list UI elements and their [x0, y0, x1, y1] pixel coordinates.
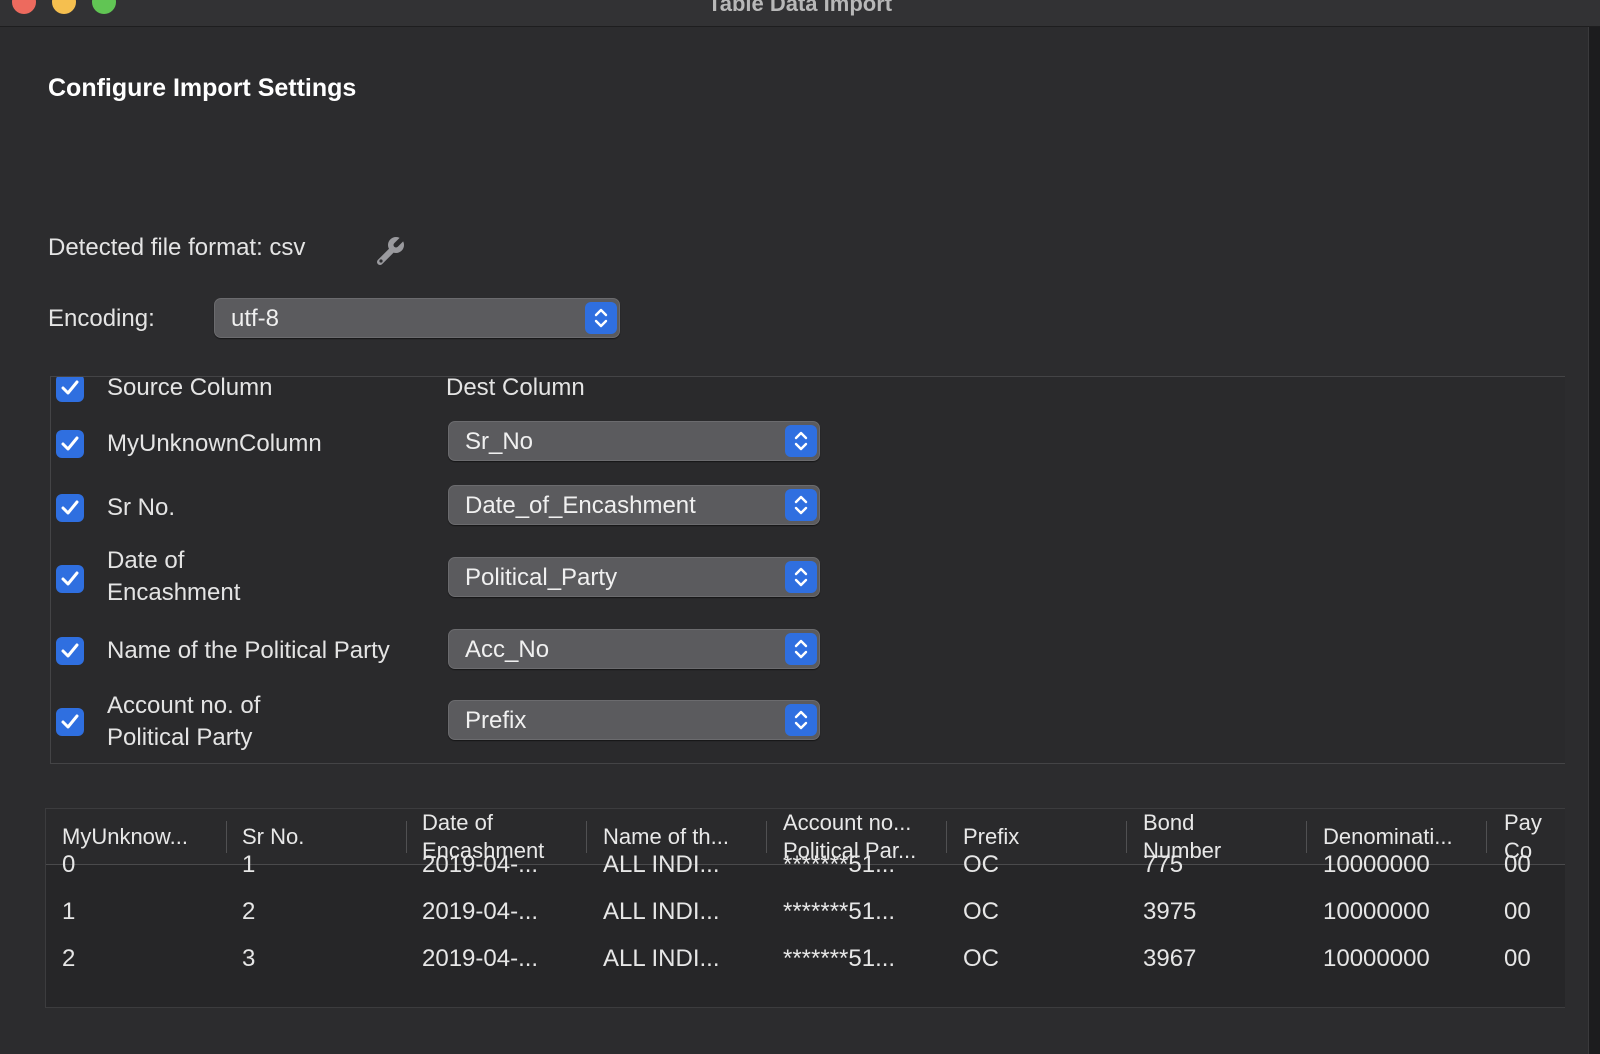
data-preview-table: MyUnknow... Sr No. Date of Encashment Nam… [45, 808, 1565, 1008]
table-cell: *******51... [783, 851, 896, 878]
table-cell: *******51... [783, 898, 896, 925]
row-checkbox[interactable] [56, 708, 84, 736]
table-cell: ALL INDI... [603, 945, 720, 972]
dest-column-value: Sr_No [465, 428, 534, 455]
encoding-value: utf-8 [231, 305, 280, 332]
table-cell: ALL INDI... [603, 851, 720, 878]
row-checkbox[interactable] [56, 637, 84, 665]
table-cell: 00 [1504, 851, 1531, 878]
table-cell: 00 [1504, 898, 1531, 925]
source-column-name-line2: Political Party [107, 724, 253, 751]
row-checkbox[interactable] [56, 430, 84, 458]
chevron-up-down-icon [785, 704, 817, 736]
chevron-up-down-icon [585, 302, 617, 334]
dest-column-header: Dest Column [446, 376, 585, 401]
row-checkbox[interactable] [56, 565, 84, 593]
table-cell: 00 [1504, 945, 1531, 972]
encoding-label: Encoding: [48, 305, 155, 332]
column-mapping-panel: Source Column Dest Column MyUnknownColum… [50, 376, 1565, 764]
table-cell: OC [963, 945, 999, 972]
chevron-up-down-icon [785, 561, 817, 593]
table-cell: 2019-04-... [422, 851, 539, 878]
chevron-up-down-icon [785, 425, 817, 457]
table-cell: 2 [62, 945, 76, 972]
table-cell: 10000000 [1323, 945, 1430, 972]
wrench-icon[interactable] [372, 234, 407, 268]
source-column-name: Date of [107, 547, 185, 574]
dest-column-select[interactable]: Sr_No [448, 421, 820, 461]
title-bar: Table Data Import [0, 0, 1600, 27]
encoding-select[interactable]: utf-8 [214, 298, 620, 338]
table-cell: 2019-04-... [422, 945, 539, 972]
table-cell: 10000000 [1323, 851, 1430, 878]
source-column-name: Account no. of [107, 692, 261, 719]
dest-column-value: Acc_No [465, 636, 550, 663]
table-cell: 2019-04-... [422, 898, 539, 925]
table-cell: 10000000 [1323, 898, 1430, 925]
window-title: Table Data Import [707, 0, 893, 16]
table-cell: *******51... [783, 945, 896, 972]
table-cell: 0 [62, 851, 76, 878]
table-row[interactable]: 0 1 2019-04-... ALL INDI... *******51...… [46, 845, 1565, 893]
table-row[interactable]: 2 3 2019-04-... ALL INDI... *******51...… [46, 939, 1565, 987]
dest-column-select[interactable]: Acc_No [448, 629, 820, 669]
chevron-up-down-icon [785, 633, 817, 665]
dest-column-value: Date_of_Encashment [465, 492, 696, 519]
window-edge [1588, 27, 1600, 1054]
table-cell: 3967 [1143, 945, 1197, 972]
table-cell: 3 [242, 945, 256, 972]
table-cell: ALL INDI... [603, 898, 720, 925]
dest-column-select[interactable]: Political_Party [448, 557, 820, 597]
page-title: Configure Import Settings [48, 74, 357, 102]
select-all-checkbox[interactable] [56, 377, 84, 402]
table-cell: 1 [62, 898, 76, 925]
source-column-header: Source Column [107, 376, 273, 401]
dest-column-value: Prefix [465, 707, 527, 734]
source-column-name-line2: Encashment [107, 579, 241, 606]
table-cell: OC [963, 898, 999, 925]
source-column-name: Sr No. [107, 494, 176, 521]
dest-column-value: Political_Party [465, 564, 618, 591]
row-checkbox[interactable] [56, 494, 84, 522]
table-cell: 3975 [1143, 898, 1197, 925]
table-cell: 1 [242, 851, 256, 878]
dest-column-select[interactable]: Prefix [448, 700, 820, 740]
source-column-name: Name of the Political Party [107, 637, 390, 664]
import-window: Table Data Import Configure Import Setti… [0, 0, 1600, 1054]
dest-column-select[interactable]: Date_of_Encashment [448, 485, 820, 525]
table-row[interactable]: 1 2 2019-04-... ALL INDI... *******51...… [46, 892, 1565, 940]
detected-format-label: Detected file format: csv [48, 234, 306, 261]
table-cell: OC [963, 851, 999, 878]
source-column-name: MyUnknownColumn [107, 430, 322, 457]
table-cell: 2 [242, 898, 256, 925]
table-cell: 775 [1143, 851, 1184, 878]
chevron-up-down-icon [785, 489, 817, 521]
